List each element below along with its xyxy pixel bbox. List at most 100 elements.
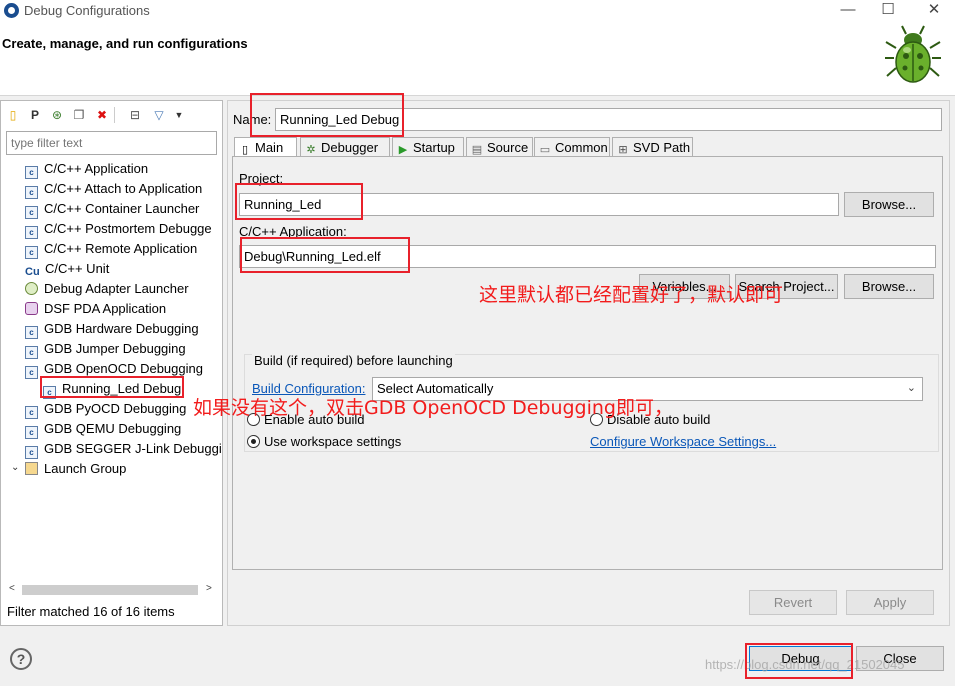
revert-button[interactable]: Revert: [749, 590, 837, 615]
scrollbar-thumb[interactable]: [22, 585, 198, 595]
tab-label: Main: [255, 140, 284, 155]
tree-item[interactable]: Launch Group: [25, 459, 126, 479]
tab-label: Startup: [413, 140, 455, 155]
collapse-all-icon[interactable]: ⊟: [128, 108, 142, 122]
tab-source[interactable]: ▤ Source: [466, 137, 533, 157]
tree-item[interactable]: Cu C/C++ Unit: [25, 259, 109, 279]
annotation-note-double-click: 如果没有这个，双击GDB OpenOCD Debugging即可，: [193, 397, 673, 419]
tree-item-label: Launch Group: [44, 461, 127, 476]
tree-item[interactable]: c C/C++ Remote Application: [25, 239, 197, 259]
tree-item-label: GDB Hardware Debugging: [44, 321, 199, 336]
apply-button[interactable]: Apply: [846, 590, 934, 615]
annotation-box-tree-item: [40, 376, 184, 398]
tree-item[interactable]: c C/C++ Attach to Application: [25, 179, 202, 199]
pda-icon: [25, 302, 38, 315]
chevron-down-icon[interactable]: ⌄: [11, 462, 19, 473]
title-bar: Debug Configurations — ☐ ✕: [0, 0, 955, 22]
radio-selected-icon: [247, 435, 260, 448]
tab-label: SVD Path: [633, 140, 691, 155]
horizontal-scrollbar[interactable]: < >: [6, 583, 219, 597]
close-icon[interactable]: ✕: [917, 0, 951, 22]
configuration-tree-panel: ▯ P ⊛ ❐ ✖ ⊟ ▽ ▼ ⌄ c C/C++ Application c C/…: [0, 100, 223, 626]
launch-group-icon: [25, 462, 38, 475]
svd-path-tab-icon: ⊞: [618, 144, 628, 156]
tree-item-label: DSF PDA Application: [44, 301, 167, 316]
tree-item-label: C/C++ Attach to Application: [44, 181, 203, 196]
tab-common[interactable]: ▭ Common: [534, 137, 610, 157]
help-icon[interactable]: ?: [10, 648, 32, 670]
tree-item[interactable]: c GDB Jumper Debugging: [25, 339, 186, 359]
filter-status: Filter matched 16 of 16 items: [7, 604, 175, 619]
view-menu-chevron-icon[interactable]: ▼: [172, 108, 186, 122]
tree-item-label: C/C++ Unit: [45, 261, 110, 276]
configuration-tree: ⌄ c C/C++ Application c C/C++ Attach to Ap…: [1, 159, 222, 579]
c-icon: c: [25, 426, 38, 439]
c-icon: c: [25, 326, 38, 339]
tab-main[interactable]: ▯ Main: [234, 137, 297, 158]
new-configuration-icon[interactable]: ▯: [6, 108, 20, 122]
c-icon: c: [25, 186, 38, 199]
tree-item[interactable]: c C/C++ Postmortem Debugge: [25, 219, 212, 239]
window-title: Debug Configurations: [24, 3, 150, 18]
tab-debugger[interactable]: ✲ Debugger: [300, 137, 390, 157]
tree-item[interactable]: c GDB SEGGER J-Link Debuggi: [25, 439, 222, 459]
main-tab-icon: ▯: [241, 144, 249, 156]
project-browse-button[interactable]: Browse...: [844, 192, 934, 217]
tab-label: Debugger: [321, 140, 379, 155]
tree-item-label: GDB OpenOCD Debugging: [44, 361, 203, 376]
c-icon: c: [25, 366, 38, 379]
tab-startup[interactable]: ▶ Startup: [392, 137, 464, 157]
c-icon: c: [25, 346, 38, 359]
annotation-note-defaults: 这里默认都已经配置好了，默认即可: [479, 284, 784, 306]
bug-icon: [25, 282, 38, 295]
use-workspace-settings-radio[interactable]: Use workspace settings: [247, 434, 401, 449]
dialog-subtitle: Create, manage, and run configurations: [2, 36, 248, 51]
tree-item-label: GDB PyOCD Debugging: [44, 401, 187, 416]
tab-svd-path[interactable]: ⊞ SVD Path: [612, 137, 693, 157]
maximize-icon[interactable]: ☐: [871, 0, 905, 22]
dialog-header: Create, manage, and run configurations: [0, 22, 955, 96]
tree-item[interactable]: DSF PDA Application: [25, 299, 166, 319]
chevron-down-icon: ⌄: [906, 382, 916, 394]
tree-item-label: C/C++ Container Launcher: [44, 201, 200, 216]
new-prototype-icon[interactable]: P: [28, 108, 42, 122]
tree-item[interactable]: c C/C++ Container Launcher: [25, 199, 199, 219]
minimize-icon[interactable]: —: [831, 0, 865, 22]
export-configuration-icon[interactable]: ⊛: [50, 108, 64, 122]
tree-toolbar: ▯ P ⊛ ❐ ✖ ⊟ ▽ ▼: [4, 104, 219, 126]
c-icon: c: [25, 406, 38, 419]
tab-label: Common: [555, 140, 608, 155]
toolbar-separator: [114, 107, 115, 123]
tree-item[interactable]: Debug Adapter Launcher: [25, 279, 189, 299]
tree-item-label: GDB SEGGER J-Link Debuggi: [44, 441, 222, 456]
application-browse-button[interactable]: Browse...: [844, 274, 934, 299]
eclipse-app-icon: [4, 3, 19, 18]
tree-item-label: C/C++ Application: [44, 161, 149, 176]
startup-tab-icon: ▶: [398, 144, 408, 156]
tree-item-label: GDB QEMU Debugging: [44, 421, 182, 436]
tab-label: Source: [487, 140, 529, 155]
tree-item-label: C/C++ Remote Application: [44, 241, 198, 256]
annotation-box-debug-button: [745, 643, 853, 679]
filter-icon[interactable]: ▽: [152, 108, 166, 122]
debugger-tab-icon: ✲: [306, 144, 316, 156]
use-workspace-settings-label: Use workspace settings: [264, 434, 402, 449]
configuration-editor: Name: ▯Main ✲Debugger ▶Startup ▤Source ▭…: [227, 100, 950, 626]
tree-item-label: Debug Adapter Launcher: [44, 281, 189, 296]
c-icon: c: [25, 226, 38, 239]
tree-item-label: GDB Jumper Debugging: [44, 341, 186, 356]
duplicate-icon[interactable]: ❐: [72, 108, 86, 122]
scroll-left-icon[interactable]: <: [9, 583, 15, 594]
configure-workspace-settings-link[interactable]: Configure Workspace Settings...: [590, 434, 776, 449]
tree-item[interactable]: c GDB QEMU Debugging: [25, 419, 181, 439]
c-icon: c: [25, 166, 38, 179]
filter-input[interactable]: [6, 131, 217, 155]
delete-icon[interactable]: ✖: [95, 108, 109, 122]
c-icon: c: [25, 446, 38, 459]
tree-item[interactable]: c GDB Hardware Debugging: [25, 319, 199, 339]
tree-item[interactable]: c C/C++ Application: [25, 159, 148, 179]
scroll-right-icon[interactable]: >: [206, 583, 212, 594]
tree-item[interactable]: c GDB PyOCD Debugging: [25, 399, 186, 419]
build-group-title: Build (if required) before launching: [252, 353, 455, 368]
debug-bug-icon: [885, 25, 941, 83]
